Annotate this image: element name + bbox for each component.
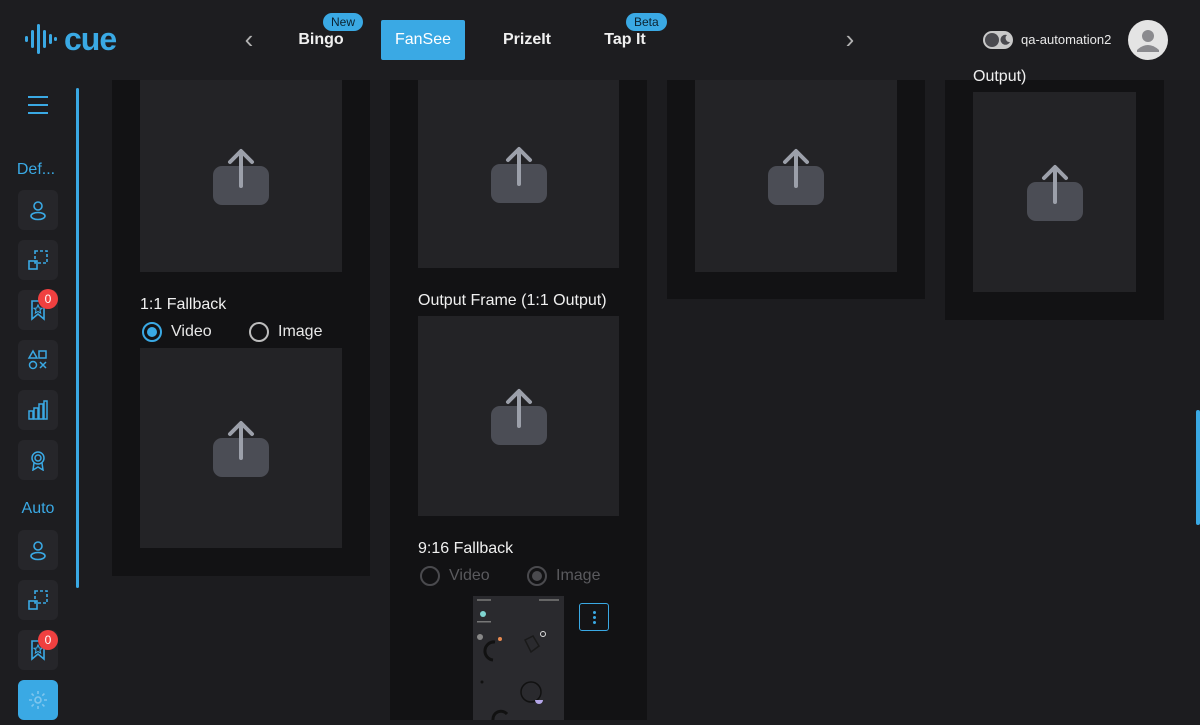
sidebar-item-analytics[interactable] (18, 390, 58, 430)
radio-label: Video (171, 323, 212, 340)
upload-icon (768, 149, 824, 205)
tab-prizeit[interactable]: PrizeIt (495, 20, 559, 60)
fallback-image-preview[interactable] (473, 596, 564, 721)
tab-fansee[interactable]: FanSee (381, 20, 465, 60)
output-label-partial: Output) (973, 68, 1027, 85)
upload-dropzone[interactable] (695, 80, 897, 272)
upload-dropzone[interactable] (418, 80, 619, 268)
user-icon (30, 201, 46, 221)
upload-icon (490, 147, 547, 203)
sidebar-item-awards[interactable] (18, 440, 58, 480)
sidebar-item-user-auto[interactable] (18, 530, 58, 570)
output-frame-label: Output Frame (1:1 Output) (418, 292, 607, 309)
waveform-icon (25, 24, 57, 54)
sidebar-item-layout[interactable] (18, 240, 58, 280)
nav-prev-arrow-icon[interactable]: ‹ (235, 26, 263, 54)
bar-chart-icon (28, 400, 48, 420)
radio-label: Image (278, 323, 323, 340)
user-icon (30, 541, 46, 561)
upload-icon (213, 421, 269, 477)
layout-icon (28, 590, 48, 610)
cue-logo[interactable]: cue (24, 21, 117, 57)
page-scrollbar[interactable] (1196, 410, 1200, 525)
notification-badge: 0 (38, 289, 58, 309)
radio-button[interactable] (420, 566, 440, 586)
new-badge: New (323, 13, 364, 31)
upload-icon (490, 389, 547, 445)
layout-icon (28, 250, 48, 270)
section-label-auto: Auto (21, 500, 55, 517)
nav-next-arrow-icon[interactable]: › (836, 26, 864, 54)
moon-icon (1000, 34, 1010, 45)
sidebar-item-settings-auto[interactable] (18, 680, 58, 720)
logo-text: cue (64, 21, 117, 57)
radio-video-disabled[interactable]: Video (420, 566, 490, 586)
radio-image[interactable]: Image (249, 322, 322, 342)
toggle-knob (985, 33, 999, 47)
upload-icon (213, 149, 269, 205)
section-label-default: Def... (16, 161, 56, 178)
shapes-icon (27, 349, 47, 370)
upload-dropzone[interactable] (140, 348, 342, 548)
more-options-button[interactable] (579, 603, 609, 631)
upload-icon (1026, 165, 1083, 221)
radio-label: Image (556, 567, 601, 584)
kebab-dot (592, 615, 596, 619)
upload-dropzone[interactable] (973, 92, 1136, 292)
radio-button[interactable] (142, 322, 162, 342)
upload-dropzone[interactable] (140, 80, 342, 272)
avatar[interactable] (1128, 20, 1168, 60)
user-avatar-icon (1137, 30, 1159, 52)
radio-image-disabled[interactable]: Image (527, 566, 600, 586)
sidebar-item-layout-auto[interactable] (18, 580, 58, 620)
beta-badge: Beta (626, 13, 667, 31)
upload-dropzone[interactable] (418, 316, 619, 516)
sidebar-item-user[interactable] (18, 190, 58, 230)
theme-toggle[interactable] (983, 31, 1013, 49)
gear-icon (29, 691, 47, 709)
radio-label: Video (449, 567, 490, 584)
radio-button[interactable] (527, 566, 547, 586)
radio-video[interactable]: Video (142, 322, 212, 342)
sidebar-item-shapes[interactable] (18, 340, 58, 380)
notification-badge: 0 (38, 630, 58, 650)
kebab-dot (592, 620, 596, 624)
username[interactable]: qa-automation2 (1021, 32, 1111, 47)
menu-icon[interactable] (28, 96, 48, 114)
fallback-9-16-label: 9:16 Fallback (418, 540, 514, 557)
kebab-dot (592, 610, 596, 614)
award-icon (31, 451, 45, 471)
radio-button[interactable] (249, 322, 269, 342)
phone-screenshot-thumbnail (473, 596, 564, 721)
fallback-1-1-label: 1:1 Fallback (140, 296, 227, 313)
